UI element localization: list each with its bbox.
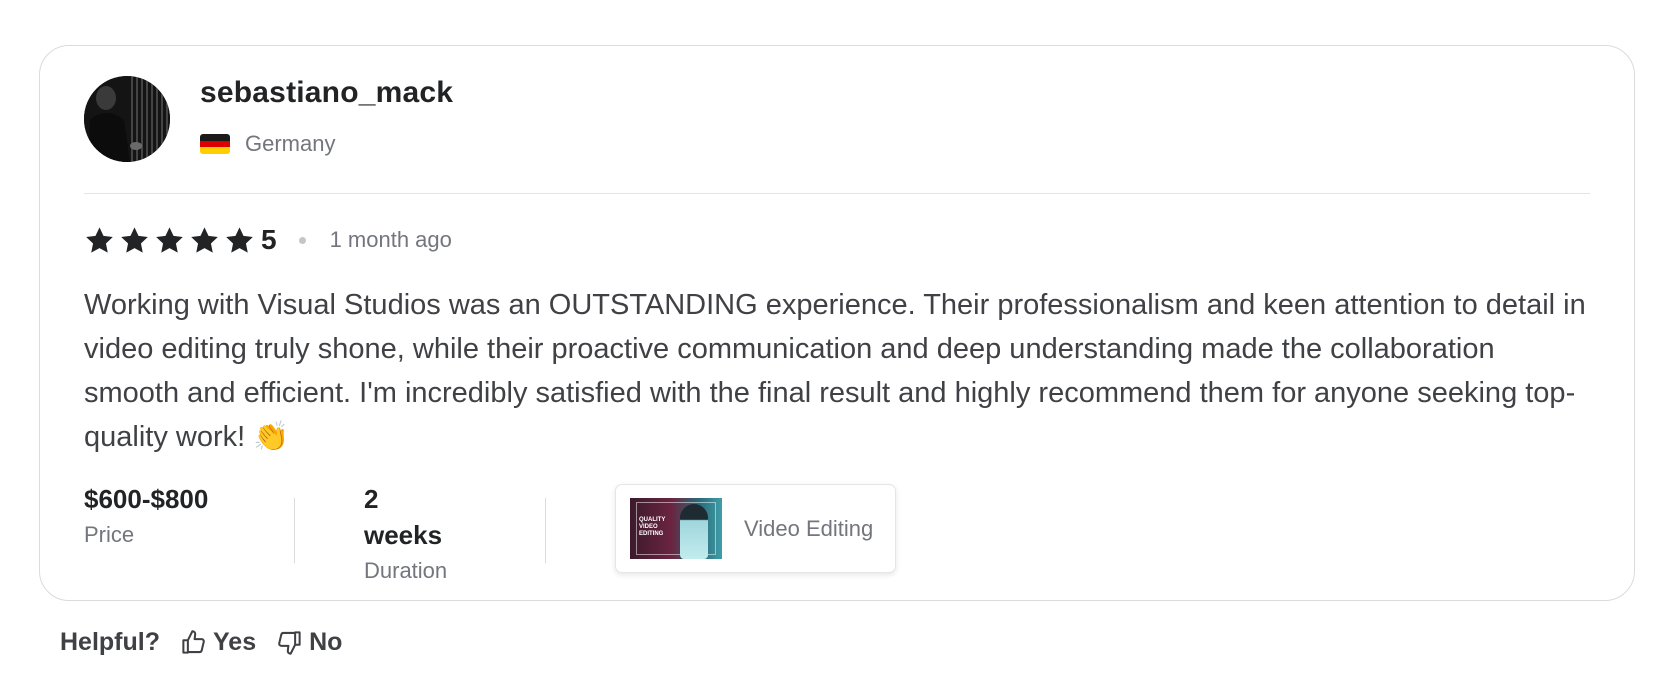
star-icon — [226, 226, 253, 253]
price-value: $600-$800 — [84, 484, 209, 514]
helpful-yes-button[interactable]: Yes — [180, 628, 256, 657]
meta-divider — [294, 498, 295, 563]
price-meta: $600-$800 Price — [84, 481, 208, 553]
avatar[interactable] — [84, 76, 170, 162]
rating-value: 5 — [261, 224, 277, 255]
gig-thumbnail: QUALITY VIDEO EDITING — [630, 498, 722, 559]
thumbs-down-icon — [278, 630, 301, 655]
separator-dot — [298, 236, 306, 244]
divider — [84, 193, 1590, 194]
gig-label: Video Editing — [744, 515, 874, 541]
reviewer-username[interactable]: sebastiano_mack — [200, 76, 453, 110]
thumbnail-text: QUALITY VIDEO EDITING — [639, 517, 666, 537]
reviewer-country: Germany — [200, 131, 335, 157]
review-time: 1 month ago — [329, 227, 452, 252]
gig-link[interactable]: QUALITY VIDEO EDITING Video Editing — [615, 484, 896, 573]
star-icon — [121, 226, 148, 253]
thumbs-up-icon — [182, 629, 205, 654]
rating-row: 5 1 month ago — [84, 223, 452, 257]
price-label: Price — [84, 522, 135, 547]
star-icon — [86, 226, 113, 253]
helpful-row: Helpful? Yes No — [60, 626, 342, 658]
review-text: Working with Visual Studios was an OUTST… — [84, 289, 1586, 453]
germany-flag-icon — [200, 134, 230, 154]
review-card: sebastiano_mack Germany 5 1 month ago Wo… — [39, 45, 1635, 601]
helpful-no-button[interactable]: No — [276, 628, 342, 657]
avatar-image — [84, 76, 170, 162]
helpful-no-label: No — [309, 627, 343, 656]
helpful-label: Helpful? — [60, 627, 160, 656]
star-rating — [84, 225, 255, 256]
star-icon — [156, 226, 183, 253]
country-name: Germany — [245, 131, 336, 156]
duration-label: Duration — [364, 558, 448, 583]
helpful-yes-label: Yes — [213, 627, 257, 656]
duration-meta: 2 weeks Duration — [364, 481, 447, 589]
meta-divider — [545, 498, 546, 563]
star-icon — [191, 226, 218, 253]
thumbnail-figure — [680, 504, 708, 559]
duration-value: 2 weeks — [364, 484, 443, 550]
